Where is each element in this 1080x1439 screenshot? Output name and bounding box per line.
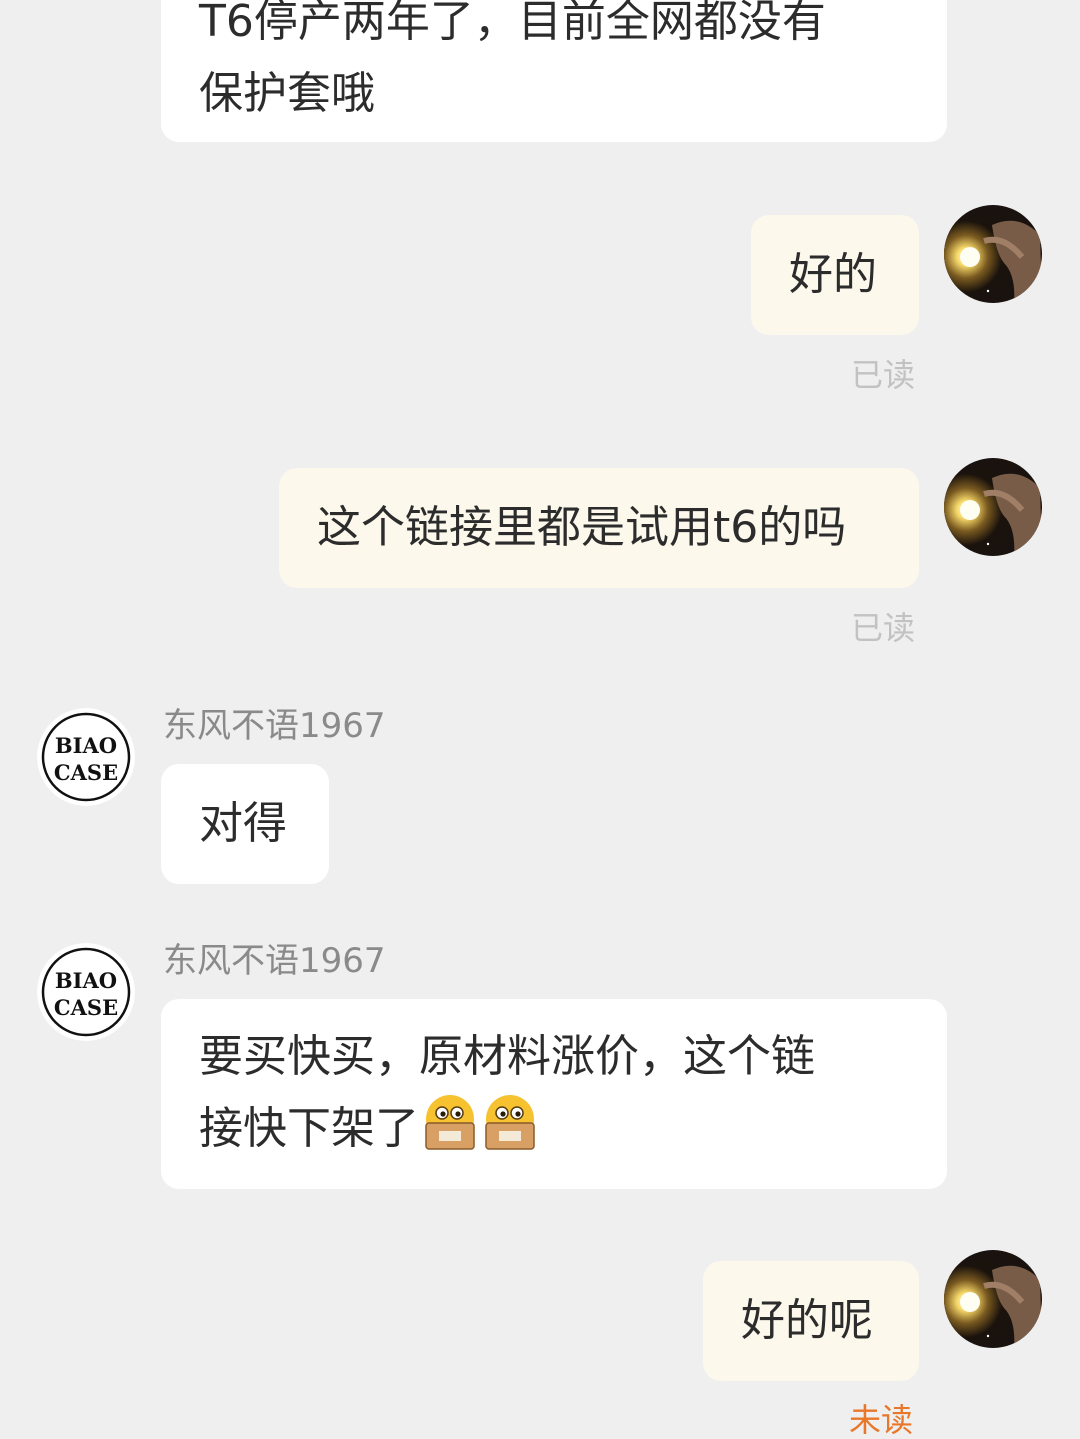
unread-status: 未读 bbox=[849, 1401, 914, 1439]
peeking-emoji-icon bbox=[481, 1093, 539, 1151]
contact-avatar[interactable]: BIAO CASE bbox=[37, 708, 135, 806]
message-text-line: T6停产两年了，目前全网都没有 bbox=[199, 0, 826, 47]
message-text: 好的呢 bbox=[741, 1295, 873, 1346]
message-bubble-incoming[interactable]: T6停产两年了，目前全网都没有 保护套哦 bbox=[161, 0, 947, 142]
peeking-emoji-icon bbox=[421, 1093, 479, 1151]
sender-name: 东风不语1967 bbox=[163, 941, 386, 981]
message-text-line: 要买快买，原材料涨价，这个链 bbox=[199, 1031, 815, 1082]
message-bubble-incoming[interactable]: 对得 bbox=[161, 764, 329, 884]
avatar-logo-text: CASE bbox=[54, 995, 118, 1020]
read-status: 已读 bbox=[851, 356, 916, 394]
user-avatar-image bbox=[944, 458, 1042, 556]
message-text-line: 保护套哦 bbox=[199, 68, 375, 119]
message-bubble-outgoing[interactable]: 好的 bbox=[751, 215, 919, 335]
user-avatar-image bbox=[944, 1250, 1042, 1348]
user-avatar[interactable] bbox=[944, 205, 1042, 303]
avatar-logo-text: BIAO bbox=[55, 733, 117, 758]
contact-avatar-image: BIAO CASE bbox=[37, 708, 135, 806]
message-text-line: 接快下架了 bbox=[199, 1103, 419, 1154]
contact-avatar-image: BIAO CASE bbox=[37, 943, 135, 1041]
message-bubble-incoming[interactable]: 要买快买，原材料涨价，这个链 接快下架了 bbox=[161, 999, 947, 1189]
sender-name: 东风不语1967 bbox=[163, 706, 386, 746]
user-avatar[interactable] bbox=[944, 1250, 1042, 1348]
message-bubble-outgoing[interactable]: 这个链接里都是试用t6的吗 bbox=[279, 468, 919, 588]
message-text-line-wrap: 接快下架了 bbox=[199, 1093, 909, 1165]
read-status: 已读 bbox=[851, 609, 916, 647]
message-text: 这个链接里都是试用t6的吗 bbox=[317, 502, 847, 553]
avatar-logo-text: BIAO bbox=[55, 968, 117, 993]
user-avatar[interactable] bbox=[944, 458, 1042, 556]
contact-avatar[interactable]: BIAO CASE bbox=[37, 943, 135, 1041]
message-bubble-outgoing[interactable]: 好的呢 bbox=[703, 1261, 919, 1381]
user-avatar-image bbox=[944, 205, 1042, 303]
avatar-logo-text: CASE bbox=[54, 760, 118, 785]
message-text: 对得 bbox=[199, 798, 287, 849]
message-text: 好的 bbox=[789, 249, 877, 300]
